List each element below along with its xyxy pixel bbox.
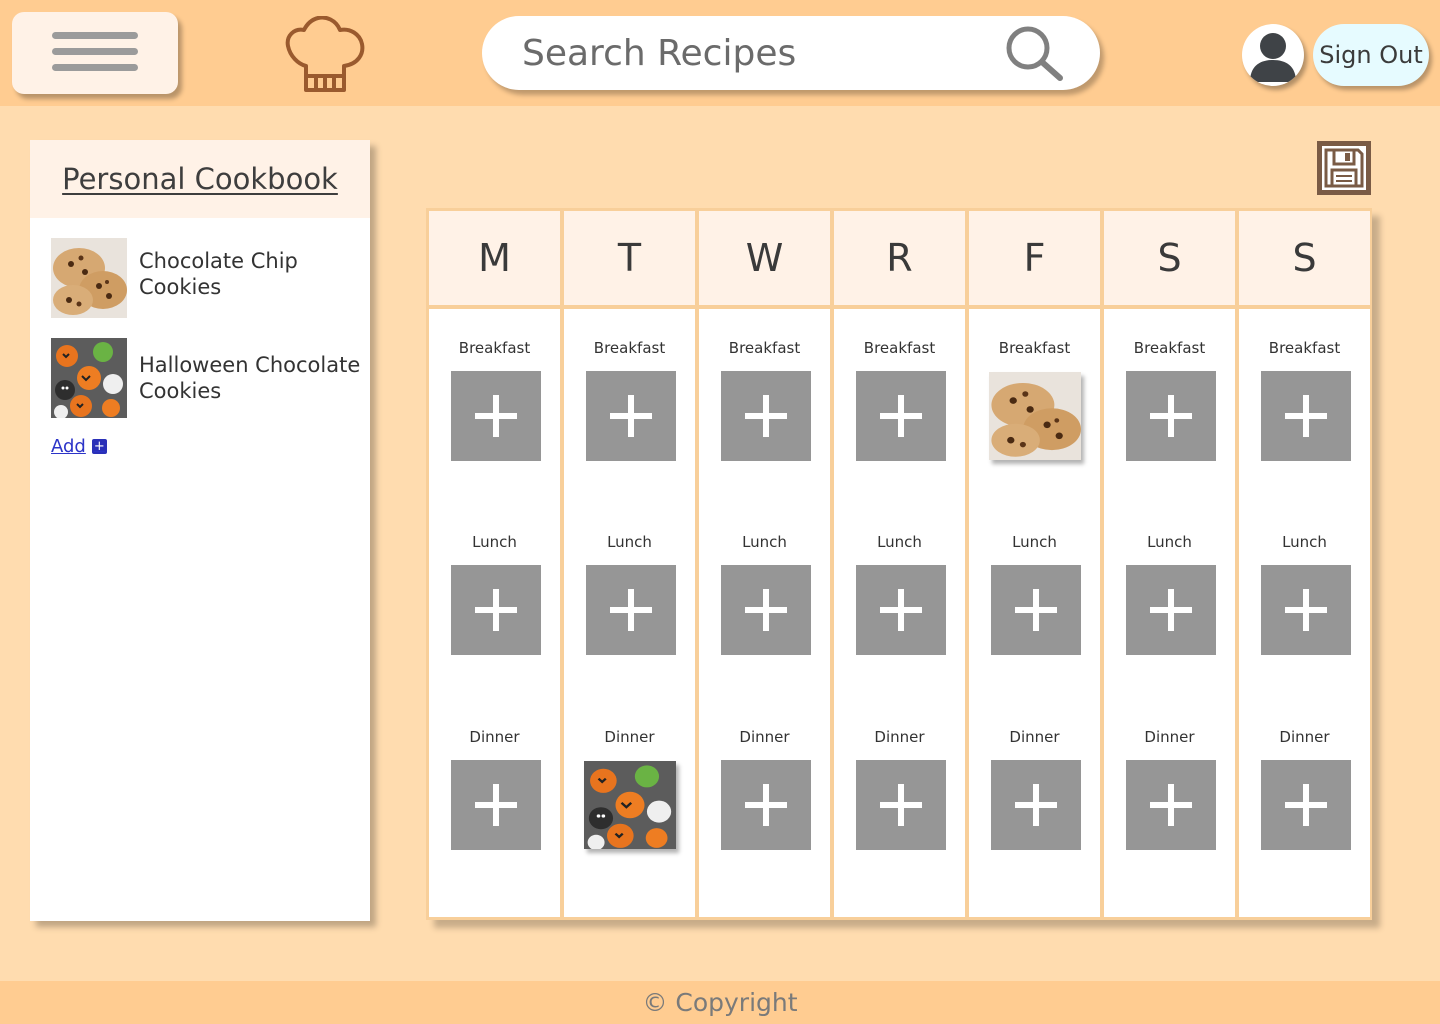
- meal-label-dinner: Dinner: [874, 728, 925, 746]
- meal-label-breakfast: Breakfast: [1133, 339, 1206, 357]
- header-divider: [834, 305, 965, 309]
- add-meal-button[interactable]: [1126, 760, 1216, 850]
- header-divider: [1239, 305, 1370, 309]
- personal-cookbook-panel: Personal Cookbook Chocolate Chip Cookies…: [30, 140, 370, 921]
- add-meal-button[interactable]: [1261, 565, 1351, 655]
- meal-label-breakfast: Breakfast: [1268, 339, 1341, 357]
- chocolate-chip-cookies-image: [51, 238, 127, 318]
- meal-label-dinner: Dinner: [1144, 728, 1195, 746]
- day-header: T: [564, 211, 695, 305]
- meal-label-breakfast: Breakfast: [863, 339, 936, 357]
- header-divider: [1104, 305, 1235, 309]
- meal-label-dinner: Dinner: [604, 728, 655, 746]
- add-meal-button[interactable]: [586, 371, 676, 461]
- add-meal-button[interactable]: [856, 565, 946, 655]
- cookbook-recipe-item[interactable]: Chocolate Chip Cookies: [51, 238, 361, 318]
- day-header: F: [969, 211, 1100, 305]
- meal-label-lunch: Lunch: [1282, 533, 1327, 551]
- day-column: S Breakfast Lunch Dinner: [1239, 211, 1370, 917]
- meal-label-dinner: Dinner: [469, 728, 520, 746]
- add-meal-button[interactable]: [721, 760, 811, 850]
- meal-label-dinner: Dinner: [1279, 728, 1330, 746]
- add-meal-button[interactable]: [856, 371, 946, 461]
- sign-out-button[interactable]: Sign Out: [1313, 24, 1429, 86]
- add-meal-button[interactable]: [856, 760, 946, 850]
- add-meal-button[interactable]: [1126, 565, 1216, 655]
- header-bar: Sign Out: [0, 0, 1440, 106]
- add-meal-button[interactable]: [991, 760, 1081, 850]
- meal-label-lunch: Lunch: [1012, 533, 1057, 551]
- copyright-text: © Copyright: [642, 988, 798, 1017]
- add-recipe-link[interactable]: Add +: [51, 436, 107, 457]
- day-column: S Breakfast Lunch Dinner: [1104, 211, 1235, 917]
- cookbook-recipe-item[interactable]: Halloween Chocolate Cookies: [51, 338, 361, 418]
- add-meal-button[interactable]: [991, 565, 1081, 655]
- add-meal-button[interactable]: [1261, 760, 1351, 850]
- day-column: W Breakfast Lunch Dinner: [699, 211, 830, 917]
- meal-label-lunch: Lunch: [742, 533, 787, 551]
- menu-icon-line: [52, 48, 138, 55]
- add-meal-button[interactable]: [1261, 371, 1351, 461]
- halloween-cookies-image: [51, 338, 127, 418]
- plus-icon: +: [91, 439, 107, 454]
- recipe-name: Halloween Chocolate Cookies: [139, 353, 361, 403]
- save-icon[interactable]: [1316, 140, 1372, 196]
- meal-label-breakfast: Breakfast: [728, 339, 801, 357]
- day-column: R Breakfast Lunch Dinner: [834, 211, 965, 917]
- add-meal-button[interactable]: [586, 565, 676, 655]
- search-icon[interactable]: [1004, 24, 1066, 84]
- add-meal-button[interactable]: [451, 371, 541, 461]
- day-header: W: [699, 211, 830, 305]
- header-divider: [969, 305, 1100, 309]
- add-meal-button[interactable]: [1126, 371, 1216, 461]
- add-meal-button[interactable]: [451, 760, 541, 850]
- add-label: Add: [51, 436, 86, 457]
- footer-bar: © Copyright: [0, 981, 1440, 1024]
- day-header: S: [1239, 211, 1370, 305]
- meal-label-lunch: Lunch: [607, 533, 652, 551]
- meal-slot-recipe-image[interactable]: [584, 761, 676, 849]
- meal-label-dinner: Dinner: [739, 728, 790, 746]
- day-column: M Breakfast Lunch Dinner: [429, 211, 560, 917]
- meal-label-lunch: Lunch: [472, 533, 517, 551]
- day-column: F Breakfast Lunch Dinner: [969, 211, 1100, 917]
- header-divider: [564, 305, 695, 309]
- cookbook-title-link[interactable]: Personal Cookbook: [62, 162, 338, 196]
- day-header: S: [1104, 211, 1235, 305]
- meal-label-lunch: Lunch: [877, 533, 922, 551]
- user-avatar-icon[interactable]: [1242, 24, 1304, 86]
- search-input[interactable]: [522, 26, 1002, 80]
- add-meal-button[interactable]: [451, 565, 541, 655]
- meal-slot-recipe-image[interactable]: [989, 372, 1081, 460]
- meal-label-breakfast: Breakfast: [998, 339, 1071, 357]
- recipe-name: Chocolate Chip Cookies: [139, 249, 298, 299]
- day-header: M: [429, 211, 560, 305]
- menu-icon-line: [52, 32, 138, 39]
- menu-icon-line: [52, 64, 138, 71]
- header-divider: [429, 305, 560, 309]
- chef-hat-icon[interactable]: [284, 16, 366, 94]
- meal-label-lunch: Lunch: [1147, 533, 1192, 551]
- cookbook-header: Personal Cookbook: [30, 140, 370, 218]
- day-column: T Breakfast Lunch Dinner: [564, 211, 695, 917]
- add-meal-button[interactable]: [721, 565, 811, 655]
- meal-label-breakfast: Breakfast: [593, 339, 666, 357]
- weekly-meal-planner: M Breakfast Lunch Dinner T Breakfast Lunch Dinn…: [426, 208, 1372, 920]
- meal-label-breakfast: Breakfast: [458, 339, 531, 357]
- day-header: R: [834, 211, 965, 305]
- meal-label-dinner: Dinner: [1009, 728, 1060, 746]
- add-meal-button[interactable]: [721, 371, 811, 461]
- menu-button[interactable]: [12, 12, 178, 94]
- header-divider: [699, 305, 830, 309]
